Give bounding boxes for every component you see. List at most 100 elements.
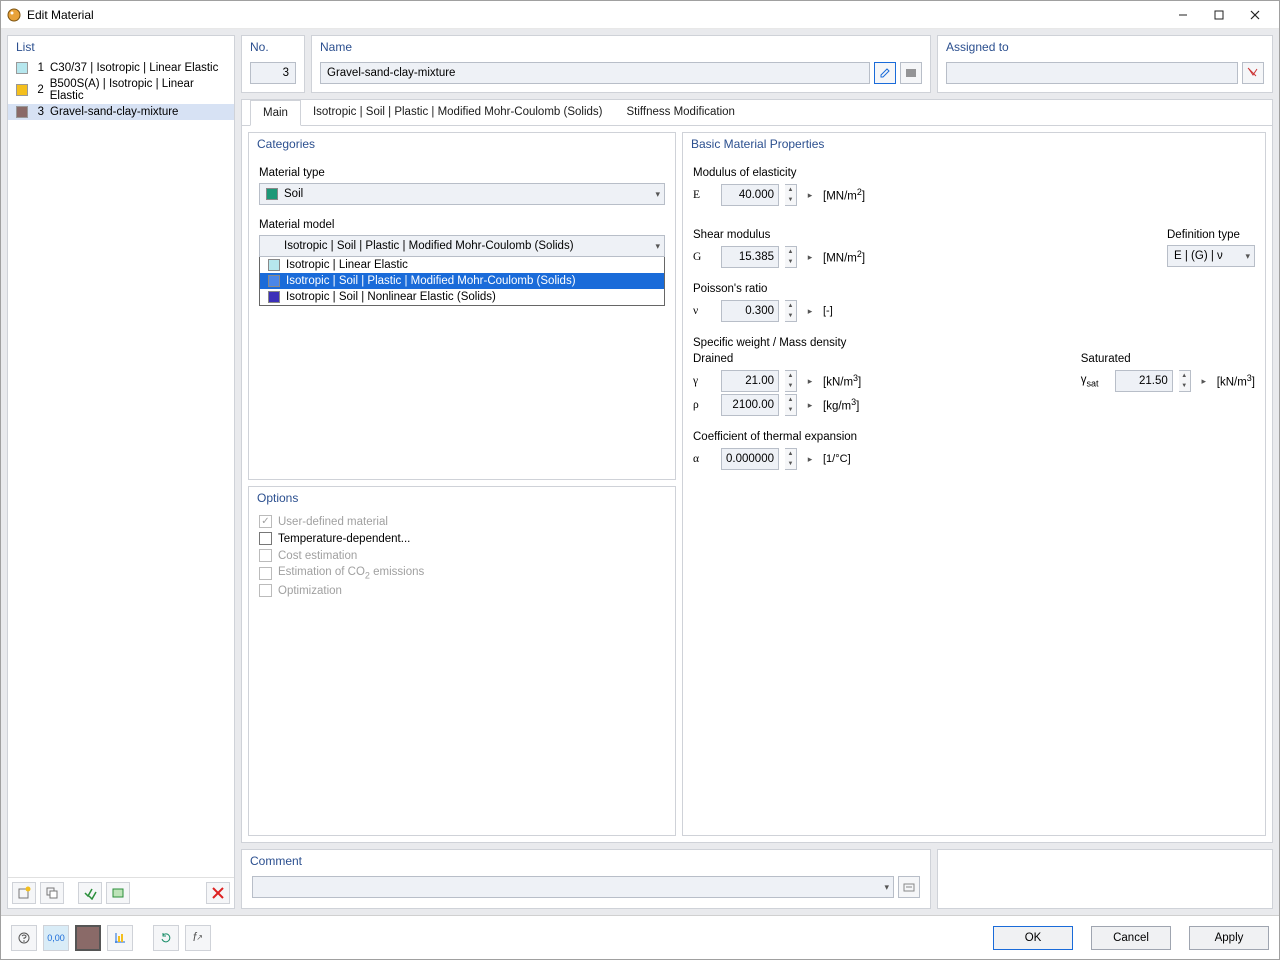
gamma-input[interactable]: 21.00: [721, 370, 779, 392]
name-label: Name: [312, 36, 930, 58]
app-icon: [7, 8, 21, 22]
material-list-item[interactable]: 2 B500S(A) | Isotropic | Linear Elastic: [8, 76, 234, 104]
edit-name-button[interactable]: [874, 62, 896, 84]
def-type-value: E | (G) | ν: [1174, 250, 1223, 262]
value-menu-icon[interactable]: ▸: [803, 184, 817, 206]
refresh-button[interactable]: [153, 925, 179, 951]
tab-model[interactable]: Isotropic | Soil | Plastic | Modified Mo…: [301, 100, 615, 125]
material-swatch: [16, 84, 28, 96]
material-label: C30/37 | Isotropic | Linear Elastic: [50, 62, 218, 74]
value-menu-icon[interactable]: ▸: [803, 448, 817, 470]
model-option-mohr-coulomb[interactable]: Isotropic | Soil | Plastic | Modified Mo…: [260, 273, 664, 289]
gammasat-symbol: γsat: [1081, 374, 1109, 388]
delete-button[interactable]: [206, 882, 230, 904]
model-option-linear-elastic[interactable]: Isotropic | Linear Elastic: [260, 257, 664, 273]
copy-button[interactable]: [40, 882, 64, 904]
check-all-button[interactable]: [78, 882, 102, 904]
spinner[interactable]: ▲▼: [785, 394, 797, 416]
window-title: Edit Material: [27, 8, 1165, 22]
material-list[interactable]: 1 C30/37 | Isotropic | Linear Elastic 2 …: [8, 58, 234, 877]
dialog-content: List 1 C30/37 | Isotropic | Linear Elast…: [1, 29, 1279, 915]
def-type-combo[interactable]: E | (G) | ν ▾: [1167, 245, 1255, 267]
drained-label: Drained: [693, 353, 861, 365]
units-button[interactable]: 0,00: [43, 925, 69, 951]
alpha-symbol: α: [693, 453, 715, 465]
nu-input[interactable]: 0.300: [721, 300, 779, 322]
model-option-nonlinear-elastic[interactable]: Isotropic | Soil | Nonlinear Elastic (So…: [260, 289, 664, 305]
mat-model-combo[interactable]: Isotropic | Soil | Plastic | Modified Mo…: [259, 235, 665, 257]
thermal-label: Coefficient of thermal expansion: [693, 431, 1255, 443]
function-button[interactable]: f↗: [185, 925, 211, 951]
no-input[interactable]: [250, 62, 296, 84]
comment-label: Comment: [242, 850, 930, 872]
cancel-button[interactable]: Cancel: [1091, 926, 1171, 950]
options-card: Options ✓ User-defined material Temperat…: [248, 486, 676, 836]
titlebar: Edit Material: [1, 1, 1279, 29]
new-button[interactable]: [12, 882, 36, 904]
shear-label: Shear modulus: [693, 229, 865, 241]
assigned-input[interactable]: [946, 62, 1238, 84]
spinner[interactable]: ▲▼: [785, 300, 797, 322]
no-label: No.: [242, 36, 304, 58]
tab-bar: Main Isotropic | Soil | Plastic | Modifi…: [242, 100, 1272, 126]
e-unit: [MN/m2]: [823, 187, 865, 203]
help-button[interactable]: [11, 925, 37, 951]
rho-input[interactable]: 2100.00: [721, 394, 779, 416]
name-input[interactable]: [320, 62, 870, 84]
comment-combo[interactable]: ▾: [252, 876, 894, 898]
tab-main[interactable]: Main: [250, 100, 301, 126]
close-button[interactable]: [1237, 3, 1273, 27]
apply-button[interactable]: Apply: [1189, 926, 1269, 950]
material-list-item[interactable]: 1 C30/37 | Isotropic | Linear Elastic: [8, 60, 234, 76]
spinner[interactable]: ▲▼: [785, 370, 797, 392]
properties-card: Basic Material Properties Modulus of ela…: [682, 132, 1266, 836]
e-symbol: E: [693, 189, 715, 201]
assigned-label: Assigned to: [938, 36, 1272, 58]
ok-button[interactable]: OK: [993, 926, 1073, 950]
swatch-button[interactable]: [75, 925, 101, 951]
spinner[interactable]: ▲▼: [1179, 370, 1191, 392]
material-label: Gravel-sand-clay-mixture: [50, 106, 178, 118]
spinner[interactable]: ▲▼: [785, 448, 797, 470]
spinner[interactable]: ▲▼: [785, 246, 797, 268]
g-input[interactable]: 15.385: [721, 246, 779, 268]
tab-stiffness[interactable]: Stiffness Modification: [614, 100, 746, 125]
alpha-row: α 0.000000 ▲▼ ▸ [1/°C]: [693, 447, 1255, 471]
comment-card: Comment ▾: [241, 849, 931, 909]
left-panel: List 1 C30/37 | Isotropic | Linear Elast…: [7, 35, 235, 909]
library-button[interactable]: [106, 882, 130, 904]
rho-row: ρ 2100.00 ▲▼ ▸ [kg/m3]: [693, 393, 861, 417]
pick-assigned-button[interactable]: [1242, 62, 1264, 84]
comment-extra-button[interactable]: [898, 876, 920, 898]
alpha-unit: [1/°C]: [823, 453, 851, 465]
gammasat-input[interactable]: 21.50: [1115, 370, 1173, 392]
minimize-button[interactable]: [1165, 3, 1201, 27]
option-temperature-dependent[interactable]: Temperature-dependent...: [259, 530, 665, 547]
material-list-item[interactable]: 3 Gravel-sand-clay-mixture: [8, 104, 234, 120]
left-main-col: Categories Material type Soil ▾ Material…: [248, 132, 676, 836]
material-label: B500S(A) | Isotropic | Linear Elastic: [50, 78, 226, 102]
graph-button[interactable]: [107, 925, 133, 951]
shear-row: G 15.385 ▲▼ ▸ [MN/m2]: [693, 245, 865, 269]
mat-type-combo[interactable]: Soil ▾: [259, 183, 665, 205]
barcode-button[interactable]: [900, 62, 922, 84]
option-cost-estimation: Cost estimation: [259, 547, 665, 564]
option-swatch: [268, 275, 280, 287]
mat-type-value: Soil: [284, 188, 303, 200]
value-menu-icon[interactable]: ▸: [1197, 370, 1211, 392]
spinner[interactable]: ▲▼: [785, 184, 797, 206]
value-menu-icon[interactable]: ▸: [803, 300, 817, 322]
maximize-button[interactable]: [1201, 3, 1237, 27]
gamma-symbol: γ: [693, 375, 715, 387]
option-label: Isotropic | Soil | Nonlinear Elastic (So…: [286, 291, 496, 303]
option-label: Isotropic | Soil | Plastic | Modified Mo…: [286, 275, 576, 287]
properties-label: Basic Material Properties: [683, 133, 1265, 155]
checkbox-icon[interactable]: [259, 532, 272, 545]
value-menu-icon[interactable]: ▸: [803, 370, 817, 392]
value-menu-icon[interactable]: ▸: [803, 246, 817, 268]
option-optimization: Optimization: [259, 582, 665, 599]
e-input[interactable]: 40.000: [721, 184, 779, 206]
value-menu-icon[interactable]: ▸: [803, 394, 817, 416]
specweight-label: Specific weight / Mass density: [693, 337, 1255, 349]
alpha-input[interactable]: 0.000000: [721, 448, 779, 470]
